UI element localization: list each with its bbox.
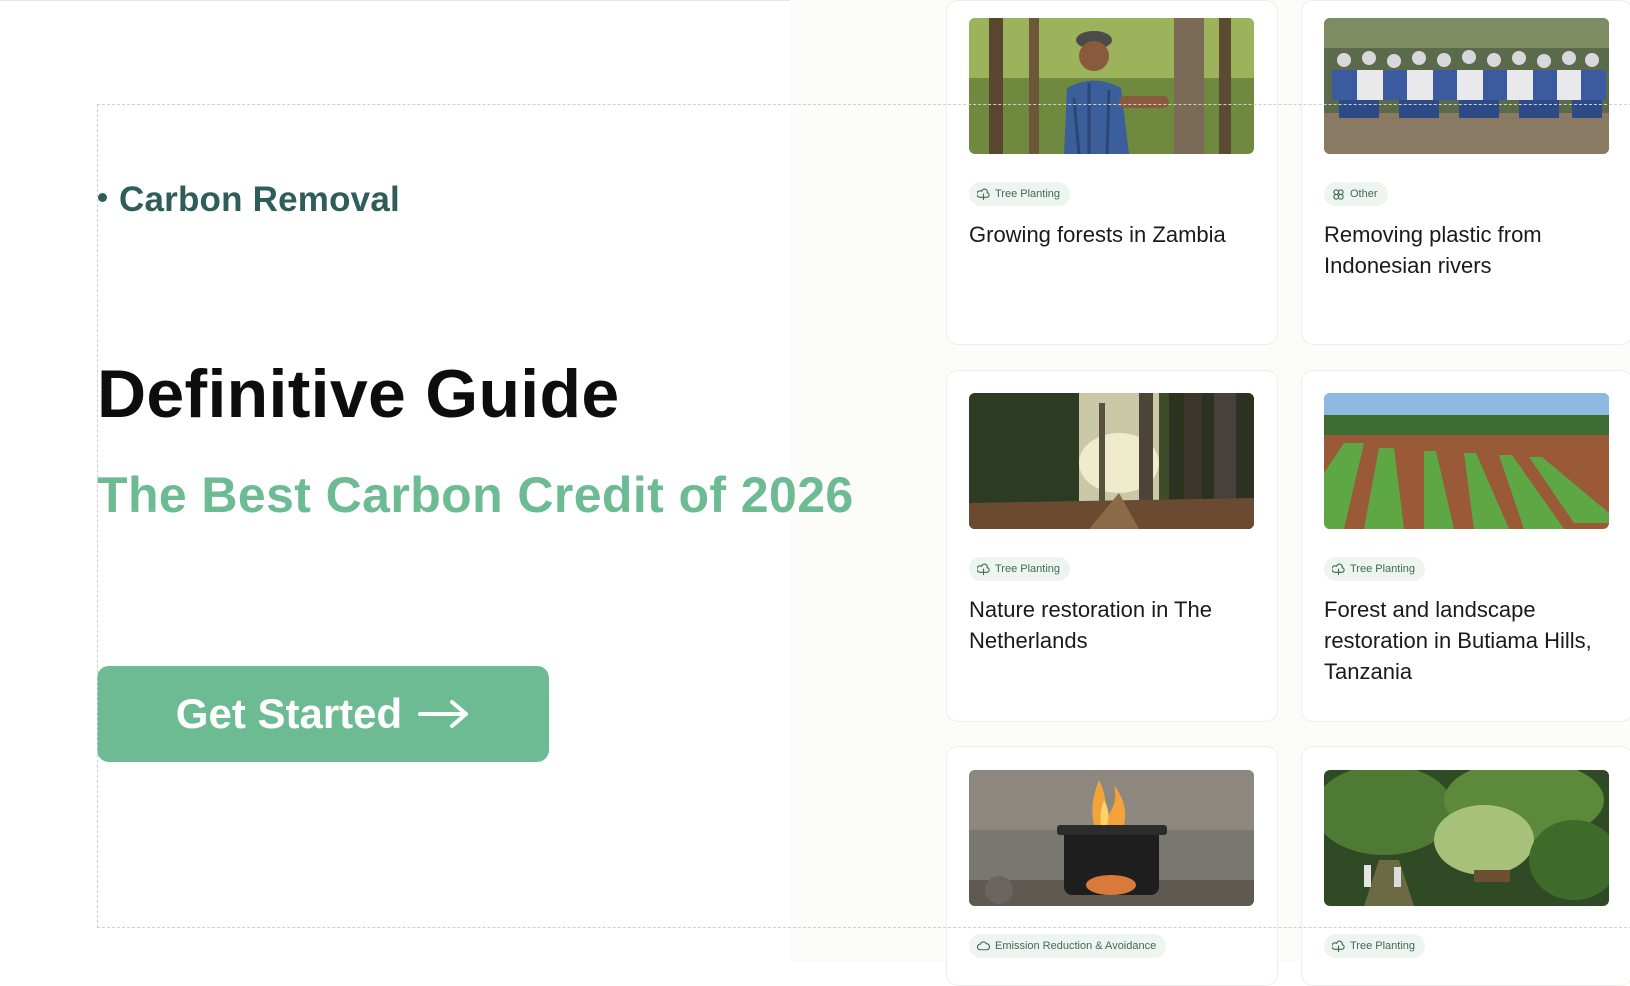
project-title: Nature restoration in The Netherlands [969, 597, 1212, 653]
tree-planting-icon [977, 188, 990, 200]
page-title: Definitive Guide [97, 356, 620, 432]
category-tag: Emission Reduction & Avoidance [969, 934, 1167, 958]
project-title: Removing plastic from Indonesian rivers [1324, 222, 1542, 278]
get-started-button[interactable]: Get Started [97, 666, 549, 762]
category-tag: Other [1324, 182, 1388, 206]
project-title: Forest and landscape restoration in Buti… [1324, 597, 1592, 684]
project-card[interactable]: Tree Planting Forest and landscape resto… [1301, 370, 1630, 722]
category-tag-label: Tree Planting [1350, 563, 1416, 575]
category-tag: Tree Planting [969, 182, 1071, 206]
project-card[interactable]: Tree Planting Nature restoration in The … [946, 370, 1278, 722]
category-tag: Tree Planting [1324, 557, 1426, 581]
project-card[interactable]: Emission Reduction & Avoidance [946, 746, 1278, 986]
forest-path-photo [969, 393, 1254, 529]
bullet-dot-icon [98, 193, 107, 203]
tree-planting-icon [1332, 940, 1345, 952]
eyebrow-label: Carbon Removal [98, 180, 400, 220]
category-tag-label: Tree Planting [1350, 940, 1416, 952]
project-card[interactable]: Tree Planting [1301, 746, 1630, 986]
category-tag: Tree Planting [1324, 934, 1426, 958]
category-tag-label: Tree Planting [995, 188, 1061, 200]
page-subtitle: The Best Carbon Credit of 2026 [97, 467, 854, 523]
arrow-right-icon [418, 700, 469, 728]
category-tag: Tree Planting [969, 557, 1071, 581]
project-card[interactable]: Other Removing plastic from Indonesian r… [1301, 0, 1630, 345]
project-title: Growing forests in Zambia [969, 222, 1226, 247]
jungle-trail-photo [1324, 770, 1609, 906]
person-measuring-tree-photo [969, 18, 1254, 154]
emission-reduction-icon [977, 940, 990, 950]
eyebrow-text: Carbon Removal [119, 180, 400, 219]
get-started-label: Get Started [175, 690, 403, 737]
project-card[interactable]: Tree Planting Growing forests in Zambia [946, 0, 1278, 345]
cookstove-fire-photo [969, 770, 1254, 906]
nursery-beds-photo [1324, 393, 1609, 529]
group-photo [1324, 18, 1609, 154]
tree-planting-icon [977, 563, 990, 575]
category-tag-label: Other [1350, 188, 1378, 200]
category-tag-label: Tree Planting [995, 563, 1061, 575]
tree-planting-icon [1332, 563, 1345, 575]
category-tag-label: Emission Reduction & Avoidance [995, 940, 1157, 952]
other-icon [1333, 188, 1344, 200]
